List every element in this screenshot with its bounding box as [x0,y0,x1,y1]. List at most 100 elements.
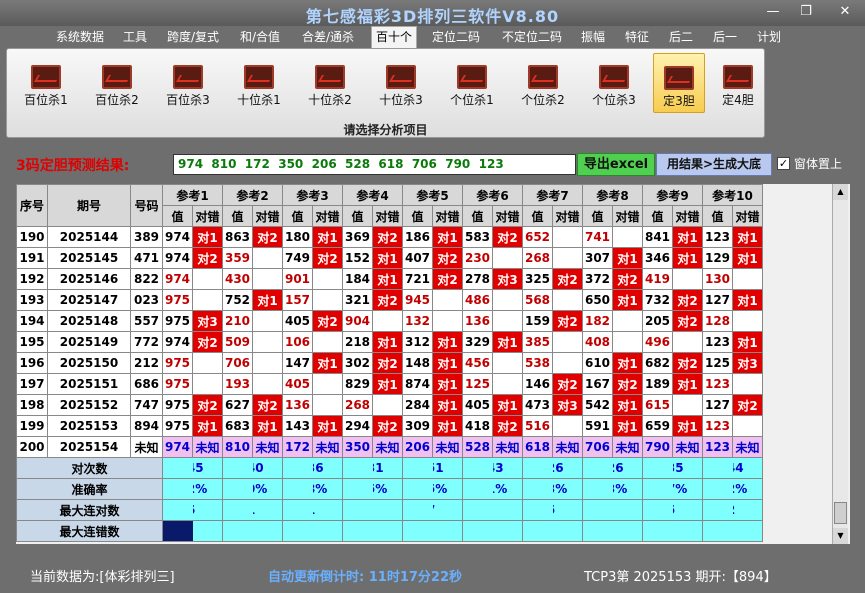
ref-value: 650 [582,289,613,311]
scroll-thumb[interactable] [834,502,847,524]
menu-item-7[interactable]: 不定位二码 [502,28,562,46]
analysis-button-8[interactable]: 个位杀3 [583,53,645,113]
analysis-button-3[interactable]: 十位杀1 [228,53,290,113]
ref-mark: 对2 [312,247,343,269]
result-field[interactable]: 974 810 172 350 206 528 618 706 790 123 [173,154,576,175]
analysis-button-1[interactable]: 百位杀2 [86,53,148,113]
data-grid: 序号 期号 号码 参考1 参考2 参考3 参考4 参考5 参考6 参考7 参考8 参考9 参考10 值对错… [16,184,850,544]
menu-item-12[interactable]: 计划 [757,28,781,46]
group-label: 请选择分析项目 [343,123,428,137]
forecast-mark: 未知 [612,436,643,458]
table-row[interactable]: 196 2025150 212 975 706 147 对1 302 对2 148 对1 456 538… [16,352,763,374]
menu-item-8[interactable]: 振幅 [581,28,605,46]
ref-mark [252,331,283,353]
minimize-icon[interactable]: — [762,3,784,21]
stats-spacer [462,520,493,542]
ref-value: 405 [462,394,493,416]
stats-row: 最大连对数 16 11 11 9 17 9 15 7 15 12 [16,499,763,521]
menu-item-9[interactable]: 特征 [625,28,649,46]
ref-mark: 对2 [612,373,643,395]
ontop-checkbox[interactable]: ✓ [777,157,790,170]
ref-value: 975 [162,415,193,437]
stats-spacer [342,478,373,500]
stats-value: 136 [312,457,343,479]
subheader-value: 值 [162,205,193,227]
table-row[interactable]: 194 2025148 557 975 对3 210 405 对2 904 132 136 159 对2… [16,310,763,332]
ref-value: 652 [522,226,553,248]
vertical-scrollbar[interactable]: ▲ ▼ [832,184,848,544]
menu-item-10[interactable]: 后二 [669,28,693,46]
ref-mark: 对1 [432,415,463,437]
subheader-mark: 对错 [432,205,463,227]
table-row[interactable]: 191 2025145 471 974 对2 359 749 对2 152 对1 407 对2 230 2… [16,247,763,269]
ref-mark: 对1 [732,226,763,248]
ref-mark [312,394,343,416]
subheader-value: 值 [282,205,313,227]
table-row[interactable]: 197 2025151 686 975 193 405 829 对1 874 对1 125 146 对2… [16,373,763,395]
analysis-button-2[interactable]: 百位杀3 [157,53,219,113]
ref-mark: 对1 [372,373,403,395]
ref-mark [192,373,223,395]
analysis-button-0[interactable]: 百位杀1 [15,53,77,113]
menu-item-3[interactable]: 和/合值 [240,28,280,46]
stats-value: 5 [612,520,643,542]
close-icon[interactable]: ✕ [834,3,856,21]
stats-spacer [522,457,553,479]
row-issue: 2025150 [47,352,131,374]
stats-value: 15 [672,499,703,521]
stats-spacer [162,520,193,542]
forecast-row[interactable]: 200 2025154 未知 974 未知 810 未知 172 未知 350 未知 206 未知 528… [16,436,763,458]
scroll-up-icon[interactable]: ▲ [833,184,848,200]
analysis-button-4[interactable]: 十位杀2 [299,53,361,113]
table-row[interactable]: 195 2025149 772 974 对2 509 106 218 对1 312 对1 329 对1 3… [16,331,763,353]
menu-item-6[interactable]: 定位二码 [432,28,480,46]
col-header-number: 号码 [130,184,163,227]
menu-item-11[interactable]: 后一 [713,28,737,46]
ref-value: 683 [222,415,253,437]
menu-item-4[interactable]: 合差/通杀 [302,28,354,46]
analysis-button-5[interactable]: 十位杀3 [370,53,432,113]
scroll-down-icon[interactable]: ▼ [833,528,848,544]
row-issue: 2025146 [47,268,131,290]
menu-item-1[interactable]: 工具 [123,28,147,46]
stats-label: 准确率 [16,478,163,500]
table-row[interactable]: 192 2025146 822 974 430 901 184 对1 721 对2 278 对3 325… [16,268,763,290]
export-excel-button[interactable]: 导出excel [577,153,655,176]
stats-row: 对次数 145 140 136 131 151 143 126 126 135 144 [16,457,763,479]
menu-item-0[interactable]: 系统数据 [56,28,104,46]
table-row[interactable]: 199 2025153 894 975 对1 683 对1 143 对1 294 对2 309 对1 41… [16,415,763,437]
ref-mark: 对1 [732,331,763,353]
table-row[interactable]: 198 2025152 747 975 对2 627 对2 136 268 284 对1 405 对1 4… [16,394,763,416]
maximize-icon[interactable]: ❐ [795,3,817,21]
ref-mark: 对1 [312,415,343,437]
ref-value: 325 [522,268,553,290]
ref-mark [552,352,583,374]
stats-value: 140 [252,457,283,479]
ref-mark [192,268,223,290]
table-row[interactable]: 193 2025147 023 975 752 对1 157 321 对2 945 486 568 65… [16,289,763,311]
analysis-button-label: 个位杀2 [521,93,565,107]
chart-icon [528,65,558,89]
stats-value: 72% [192,478,223,500]
forecast-value: 350 [342,436,373,458]
ref-mark: 对1 [432,352,463,374]
analysis-button-10[interactable]: 定4胆 [712,53,764,113]
analysis-button-7[interactable]: 个位杀2 [512,53,574,113]
ref-mark: 对3 [192,310,223,332]
analysis-button-6[interactable]: 个位杀1 [441,53,503,113]
table-row[interactable]: 190 2025144 389 974 对1 863 对2 180 对1 369 对2 186 对1 58… [16,226,763,248]
generate-button[interactable]: 用结果>生成大底 [656,153,772,176]
stats-spacer [702,478,733,500]
ref-mark: 对1 [612,247,643,269]
row-issue: 2025148 [47,310,131,332]
ref-value: 123 [702,331,733,353]
stats-spacer [402,478,433,500]
ref-value: 385 [522,331,553,353]
row-seq: 196 [16,352,48,374]
menu-item-2[interactable]: 跨度/复式 [167,28,219,46]
ref-value: 407 [402,247,433,269]
menu-item-5[interactable]: 百十个 [371,26,418,48]
forecast-value: 706 [582,436,613,458]
ref-mark: 对1 [612,289,643,311]
analysis-button-9[interactable]: 定3胆 [653,53,705,113]
